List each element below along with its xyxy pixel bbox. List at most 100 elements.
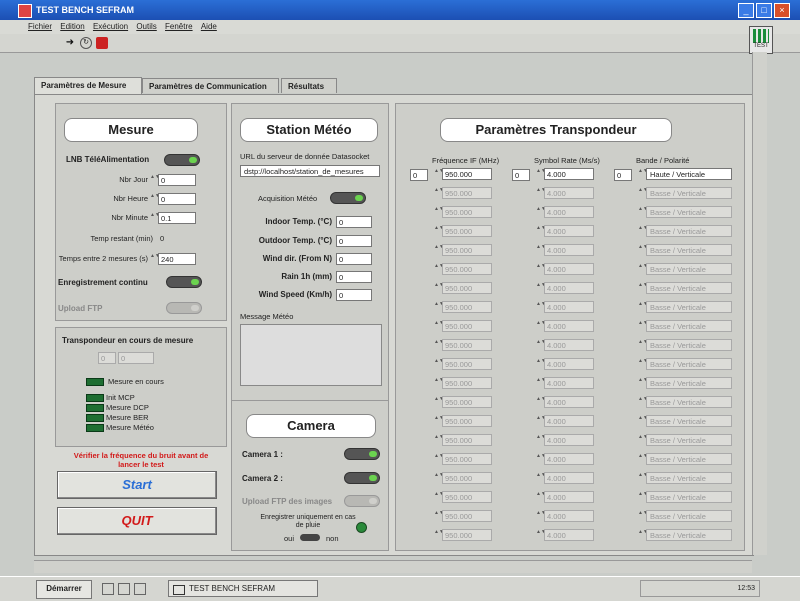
- band-cell[interactable]: Basse / Verticale: [646, 339, 732, 351]
- freq-spin-icon[interactable]: ▲▼: [434, 301, 444, 313]
- freq-cell[interactable]: 950.000: [442, 225, 492, 237]
- menu-fichier[interactable]: Fichier: [28, 22, 52, 31]
- sr-cell[interactable]: 4.000: [544, 434, 594, 446]
- enregistrement-toggle[interactable]: [166, 276, 202, 288]
- freq-cell[interactable]: 950.000: [442, 263, 492, 275]
- minimize-button[interactable]: _: [738, 3, 754, 18]
- band-index-field[interactable]: 0: [614, 169, 632, 181]
- run-continuous-icon[interactable]: ↻: [80, 37, 92, 49]
- freq-cell[interactable]: 950.000: [442, 396, 492, 408]
- lnb-toggle[interactable]: [164, 154, 200, 166]
- band-spin-icon[interactable]: ▲▼: [638, 320, 648, 332]
- band-cell[interactable]: Basse / Verticale: [646, 358, 732, 370]
- band-cell[interactable]: Basse / Verticale: [646, 415, 732, 427]
- band-cell[interactable]: Basse / Verticale: [646, 434, 732, 446]
- taskbar-app-button[interactable]: TEST BENCH SEFRAM: [168, 580, 318, 597]
- camera1-toggle[interactable]: [344, 448, 380, 460]
- acquisition-meteo-toggle[interactable]: [330, 192, 366, 204]
- freq-spin-icon[interactable]: ▲▼: [434, 282, 444, 294]
- freq-spin-icon[interactable]: ▲▼: [434, 472, 444, 484]
- sr-cell[interactable]: 4.000: [544, 510, 594, 522]
- band-spin-icon[interactable]: ▲▼: [638, 168, 648, 180]
- upload-ftp-toggle[interactable]: [166, 302, 202, 314]
- freq-spin-icon[interactable]: ▲▼: [434, 529, 444, 541]
- sr-cell[interactable]: 4.000: [544, 415, 594, 427]
- freq-cell[interactable]: 950.000: [442, 301, 492, 313]
- quit-button[interactable]: QUIT: [57, 507, 217, 535]
- band-spin-icon[interactable]: ▲▼: [638, 244, 648, 256]
- sr-spin-icon[interactable]: ▲▼: [536, 244, 546, 256]
- nbr-minute-spin-icon[interactable]: ▲▼: [150, 212, 160, 224]
- band-cell[interactable]: Haute / Verticale: [646, 168, 732, 180]
- temps-entre-mesures-spin-icon[interactable]: ▲▼: [150, 253, 160, 265]
- menu-aide[interactable]: Aide: [201, 22, 217, 31]
- sr-cell[interactable]: 4.000: [544, 396, 594, 408]
- sr-spin-icon[interactable]: ▲▼: [536, 415, 546, 427]
- explorer-icon[interactable]: [134, 583, 146, 595]
- band-spin-icon[interactable]: ▲▼: [638, 263, 648, 275]
- freq-spin-icon[interactable]: ▲▼: [434, 453, 444, 465]
- maximize-button[interactable]: □: [756, 3, 772, 18]
- freq-cell[interactable]: 950.000: [442, 472, 492, 484]
- freq-spin-icon[interactable]: ▲▼: [434, 206, 444, 218]
- sr-cell[interactable]: 4.000: [544, 491, 594, 503]
- sr-spin-icon[interactable]: ▲▼: [536, 472, 546, 484]
- camera2-toggle[interactable]: [344, 472, 380, 484]
- band-spin-icon[interactable]: ▲▼: [638, 225, 648, 237]
- band-cell[interactable]: Basse / Verticale: [646, 396, 732, 408]
- sr-spin-icon[interactable]: ▲▼: [536, 320, 546, 332]
- sr-spin-icon[interactable]: ▲▼: [536, 168, 546, 180]
- vertical-scrollbar[interactable]: [752, 52, 767, 555]
- sr-index-field[interactable]: 0: [512, 169, 530, 181]
- sr-spin-icon[interactable]: ▲▼: [536, 491, 546, 503]
- start-button[interactable]: Start: [57, 471, 217, 499]
- nbr-jour-field[interactable]: 0: [158, 174, 196, 186]
- band-spin-icon[interactable]: ▲▼: [638, 339, 648, 351]
- sr-spin-icon[interactable]: ▲▼: [536, 396, 546, 408]
- band-cell[interactable]: Basse / Verticale: [646, 244, 732, 256]
- close-button[interactable]: ×: [774, 3, 790, 18]
- sr-cell[interactable]: 4.000: [544, 529, 594, 541]
- sr-spin-icon[interactable]: ▲▼: [536, 282, 546, 294]
- freq-spin-icon[interactable]: ▲▼: [434, 263, 444, 275]
- temps-entre-mesures-field[interactable]: 240: [158, 253, 196, 265]
- freq-index-field[interactable]: 0: [410, 169, 428, 181]
- band-spin-icon[interactable]: ▲▼: [638, 415, 648, 427]
- band-cell[interactable]: Basse / Verticale: [646, 187, 732, 199]
- band-cell[interactable]: Basse / Verticale: [646, 282, 732, 294]
- band-cell[interactable]: Basse / Verticale: [646, 320, 732, 332]
- sr-spin-icon[interactable]: ▲▼: [536, 225, 546, 237]
- run-arrow-icon[interactable]: ➜: [64, 37, 76, 49]
- menu-outils[interactable]: Outils: [136, 22, 156, 31]
- freq-cell[interactable]: 950.000: [442, 415, 492, 427]
- sr-spin-icon[interactable]: ▲▼: [536, 187, 546, 199]
- menu-fenetre[interactable]: Fenêtre: [165, 22, 193, 31]
- freq-cell[interactable]: 950.000: [442, 510, 492, 522]
- freq-spin-icon[interactable]: ▲▼: [434, 358, 444, 370]
- start-menu-button[interactable]: Démarrer: [36, 580, 92, 599]
- desktop-icon[interactable]: [102, 583, 114, 595]
- band-spin-icon[interactable]: ▲▼: [638, 453, 648, 465]
- freq-cell[interactable]: 950.000: [442, 320, 492, 332]
- band-cell[interactable]: Basse / Verticale: [646, 510, 732, 522]
- freq-cell[interactable]: 950.000: [442, 168, 492, 180]
- freq-cell[interactable]: 950.000: [442, 206, 492, 218]
- band-spin-icon[interactable]: ▲▼: [638, 187, 648, 199]
- freq-cell[interactable]: 950.000: [442, 377, 492, 389]
- upload-images-toggle[interactable]: [344, 495, 380, 507]
- sr-spin-icon[interactable]: ▲▼: [536, 358, 546, 370]
- band-spin-icon[interactable]: ▲▼: [638, 358, 648, 370]
- freq-cell[interactable]: 950.000: [442, 529, 492, 541]
- band-cell[interactable]: Basse / Verticale: [646, 301, 732, 313]
- sr-spin-icon[interactable]: ▲▼: [536, 377, 546, 389]
- band-spin-icon[interactable]: ▲▼: [638, 396, 648, 408]
- freq-spin-icon[interactable]: ▲▼: [434, 339, 444, 351]
- band-spin-icon[interactable]: ▲▼: [638, 282, 648, 294]
- sr-spin-icon[interactable]: ▲▼: [536, 434, 546, 446]
- tab-parametres-communication[interactable]: Paramètres de Communication: [142, 78, 279, 93]
- sr-cell[interactable]: 4.000: [544, 282, 594, 294]
- sr-cell[interactable]: 4.000: [544, 453, 594, 465]
- band-cell[interactable]: Basse / Verticale: [646, 206, 732, 218]
- sr-spin-icon[interactable]: ▲▼: [536, 453, 546, 465]
- freq-spin-icon[interactable]: ▲▼: [434, 377, 444, 389]
